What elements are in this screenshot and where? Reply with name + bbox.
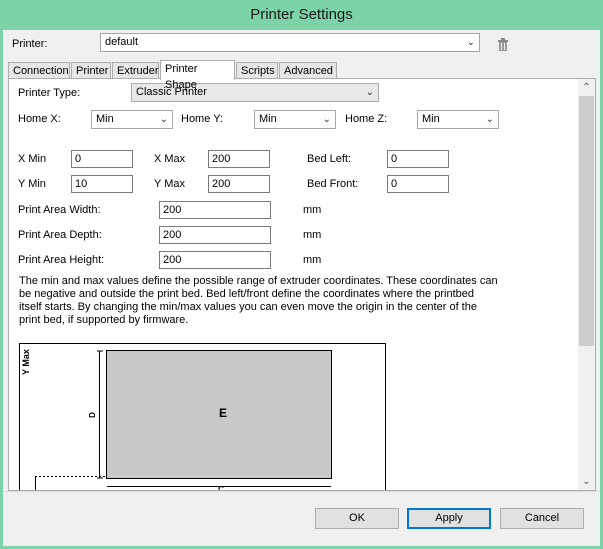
height-unit: mm <box>303 254 322 266</box>
bed-front-input[interactable]: 0 <box>387 175 449 193</box>
home-z-value: Min <box>422 113 440 125</box>
home-y-value: Min <box>259 113 277 125</box>
x-max-label: X Max <box>154 153 186 165</box>
printer-select-value: default <box>105 36 139 48</box>
scrollbar-thumb[interactable] <box>579 96 594 346</box>
bed-left-label: Bed Left: <box>307 153 352 165</box>
bed-front-label: Bed Front: <box>307 178 359 190</box>
cancel-button[interactable]: Cancel <box>500 508 584 529</box>
ok-button[interactable]: OK <box>315 508 399 529</box>
diagram-y-max-label: Y Max <box>21 349 31 375</box>
tab-scripts[interactable]: Scripts <box>236 62 278 79</box>
home-y-select[interactable]: Min ⌄ <box>254 110 336 129</box>
print-area-width-input[interactable]: 200 <box>159 201 271 219</box>
trash-icon[interactable] <box>497 38 509 51</box>
printer-settings-window: Printer: default ⌄ Connection Printer Ex… <box>3 30 600 546</box>
print-area-height-input[interactable]: 200 <box>159 251 271 269</box>
x-max-input[interactable]: 200 <box>208 150 270 168</box>
y-max-label: Y Max <box>154 178 185 190</box>
depth-unit: mm <box>303 229 322 241</box>
printer-shape-panel: Printer Type: Classic Printer ⌄ Home X: … <box>8 78 596 491</box>
home-z-label: Home Z: <box>345 113 388 125</box>
scroll-up-icon[interactable]: ⌃ <box>578 79 595 96</box>
diagram-d-label: D <box>88 412 97 418</box>
dialog-footer: OK Apply Cancel <box>3 491 600 546</box>
scroll-down-icon[interactable]: ⌄ <box>578 473 595 490</box>
width-unit: mm <box>303 204 322 216</box>
home-z-select[interactable]: Min ⌄ <box>417 110 499 129</box>
home-x-select[interactable]: Min ⌄ <box>91 110 173 129</box>
tab-advanced[interactable]: Advanced <box>279 62 337 79</box>
x-min-label: X Min <box>18 153 47 165</box>
diagram-e-label: E <box>219 406 227 420</box>
home-x-label: Home X: <box>18 113 61 125</box>
bed-left-input[interactable]: 0 <box>387 150 449 168</box>
apply-button[interactable]: Apply <box>407 508 491 529</box>
print-area-width-label: Print Area Width: <box>18 204 101 216</box>
tab-printer-shape[interactable]: Printer Shape <box>160 60 235 91</box>
y-min-input[interactable]: 10 <box>71 175 133 193</box>
home-y-label: Home Y: <box>181 113 223 125</box>
chevron-down-icon: ⌄ <box>365 87 374 98</box>
chevron-down-icon: ⌄ <box>485 114 494 125</box>
window-title: Printer Settings <box>0 0 603 30</box>
vertical-scrollbar[interactable]: ⌃ ⌄ <box>578 79 595 490</box>
chevron-down-icon: ⌄ <box>322 114 331 125</box>
x-min-input[interactable]: 0 <box>71 150 133 168</box>
printer-label: Printer: <box>12 38 48 50</box>
tab-printer[interactable]: Printer <box>71 62 111 79</box>
printer-select[interactable]: default ⌄ <box>100 33 480 52</box>
print-area-diagram: Y Max E D C <box>19 343 386 490</box>
print-area-height-label: Print Area Height: <box>18 254 105 266</box>
chevron-down-icon: ⌄ <box>159 114 168 125</box>
y-max-input[interactable]: 200 <box>208 175 270 193</box>
chevron-down-icon: ⌄ <box>466 37 475 48</box>
shape-description: The min and max values define the possib… <box>19 275 498 326</box>
y-min-label: Y Min <box>18 178 46 190</box>
print-area-depth-label: Print Area Depth: <box>18 229 102 241</box>
tab-extruder[interactable]: Extruder <box>112 62 159 79</box>
printer-type-label: Printer Type: <box>18 87 81 99</box>
tab-connection[interactable]: Connection <box>8 62 70 79</box>
home-x-value: Min <box>96 113 114 125</box>
print-area-depth-input[interactable]: 200 <box>159 226 271 244</box>
